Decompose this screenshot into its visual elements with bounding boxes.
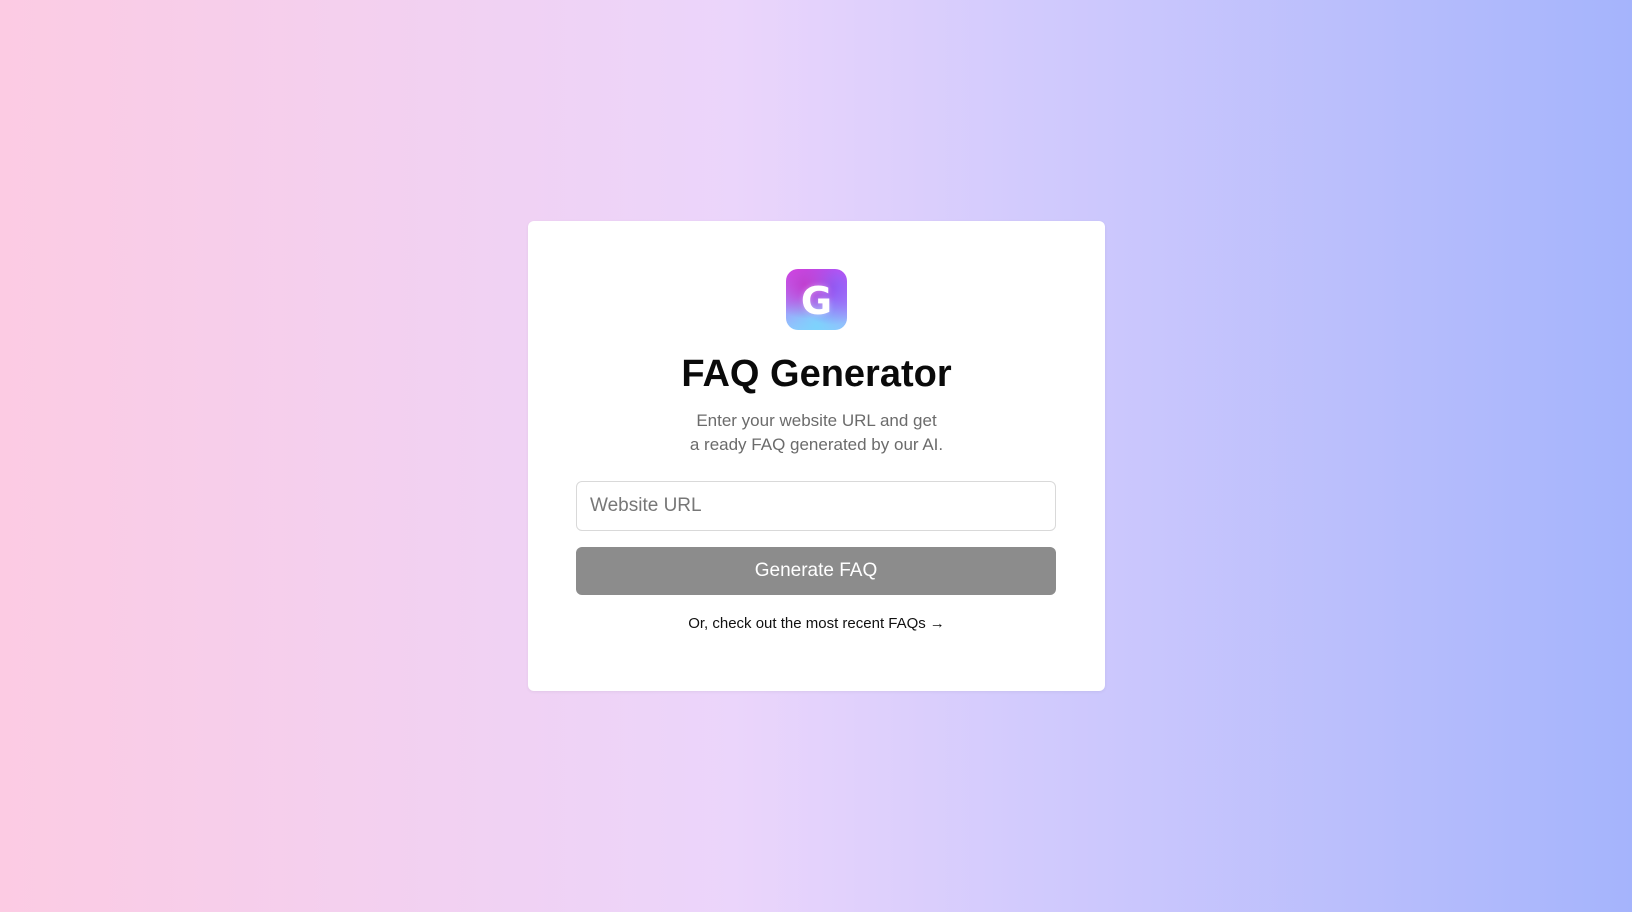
- recent-faqs-link[interactable]: Or, check out the most recent FAQs →: [528, 613, 1105, 635]
- arrow-right-icon: →: [929, 615, 945, 632]
- logo-letter: G: [800, 278, 833, 323]
- page-subtitle: Enter your website URL and get a ready F…: [528, 409, 1105, 457]
- recent-faqs-link-label: Or, check out the most recent FAQs: [688, 615, 926, 632]
- faq-generator-card: G FAQ Generator Enter your website URL a…: [528, 221, 1105, 691]
- subtitle-line-1: Enter your website URL and get: [696, 411, 937, 430]
- website-url-input[interactable]: [576, 481, 1056, 531]
- g-logo-icon: G: [786, 269, 847, 330]
- page-title: FAQ Generator: [681, 353, 952, 395]
- generate-faq-button[interactable]: Generate FAQ: [576, 547, 1056, 595]
- subtitle-line-2: a ready FAQ generated by our AI.: [689, 435, 944, 454]
